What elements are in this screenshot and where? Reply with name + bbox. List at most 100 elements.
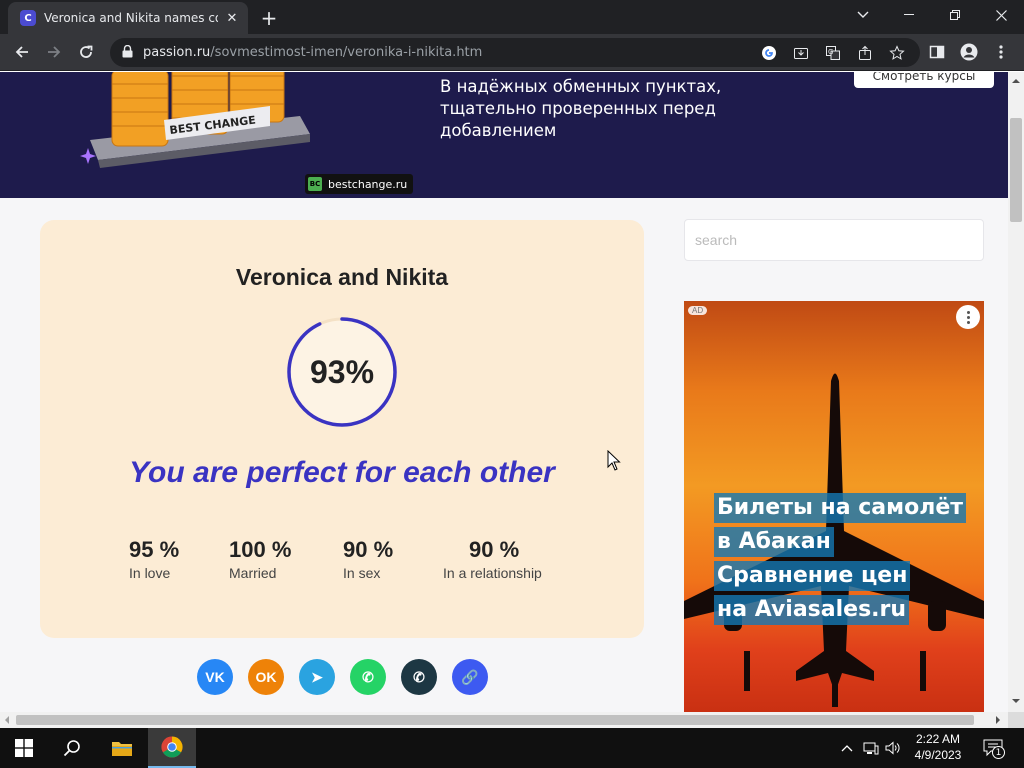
copy-link-button[interactable]: 🔗 [452,659,488,695]
clock-time: 2:22 AM [915,732,961,746]
ad-headline-line: в Абакан [714,527,834,557]
search-input[interactable]: search [684,219,984,261]
start-button[interactable] [0,728,48,768]
bestchange-logo-icon: BC [308,177,322,191]
stat-value: 90 % [469,537,520,562]
taskbar-clock[interactable]: 2:22 AM 4/9/2023 [906,731,970,763]
view-rates-button[interactable]: Смотреть курсы [854,72,994,88]
vk-icon: VK [205,669,225,685]
google-lens-icon[interactable] [760,44,778,62]
url-host: passion.ru [143,45,211,60]
banner-text-line: В надёжных обменных пунктах, [440,77,722,96]
odnoklassniki-icon: OK [255,669,277,685]
address-bar[interactable]: passion.ru/sovmestimost-imen/veronika-i-… [110,38,920,67]
reload-button[interactable] [74,40,98,64]
stat-value: 90 % [343,537,394,562]
stat-label: In love [129,565,171,581]
horizontal-scroll-thumb[interactable] [16,715,974,725]
svg-text:G: G [828,48,833,56]
verdict-text: You are perfect for each other [129,456,555,489]
side-panel-icon[interactable] [928,43,946,61]
lock-icon[interactable] [122,43,133,62]
folder-icon [112,742,132,756]
coins-illustration: BEST CHANGE [80,72,310,168]
ad-options-icon[interactable] [956,305,980,329]
windows-logo-icon [15,739,33,757]
couple-names-title: Veronica and Nikita [235,264,449,290]
volume-icon[interactable] [884,738,902,758]
vertical-scroll-thumb[interactable] [1010,118,1022,222]
stat-in-relationship: 90 % In a relationship [443,536,542,582]
close-window-button[interactable] [978,0,1024,30]
share-viber-button[interactable]: ✆ [401,659,437,695]
ad-label: AD [688,306,708,315]
tab-search-chevron-icon[interactable] [840,0,886,30]
stat-label: In sex [343,565,381,581]
network-icon[interactable] [862,738,880,758]
viber-icon: ✆ [413,668,425,685]
horizontal-scrollbar[interactable] [0,712,1008,728]
banner-text-line: добавлением [440,121,557,140]
scroll-right-arrow-icon[interactable] [995,716,1001,724]
url-text: passion.ru/sovmestimost-imen/veronika-i-… [143,45,482,60]
install-app-icon[interactable] [792,44,810,62]
search-icon [63,740,80,757]
banner-text-line: тщательно проверенных перед [440,99,716,118]
clock-date: 4/9/2023 [914,748,962,762]
share-telegram-button[interactable]: ➤ [299,659,335,695]
chrome-taskbar-button[interactable] [148,728,196,768]
tab-title: Veronica and Nikita names comp [44,11,218,25]
stat-label: Married [229,565,277,581]
whatsapp-icon: ✆ [362,668,374,685]
compatibility-result-card: Veronica and Nikita 93% You are perfect … [40,220,644,638]
show-hidden-icons-chevron[interactable] [838,738,856,758]
brand-label: bestchange.ru [328,177,408,191]
telegram-icon: ➤ [311,668,323,685]
scroll-down-arrow-icon[interactable] [1012,698,1020,704]
minimize-button[interactable] [886,0,932,30]
aviasales-ad[interactable]: AD Билеты на самолёт в Абакан Сравнение … [684,301,984,712]
scroll-left-arrow-icon[interactable] [4,716,10,724]
forward-button[interactable] [42,40,66,64]
tab-close-icon[interactable]: ✕ [224,10,240,26]
bestchange-banner-ad[interactable]: BEST CHANGE В надёжных обменных пунктах,… [0,72,1008,198]
translate-icon[interactable]: G [824,44,842,62]
browser-tab[interactable]: C Veronica and Nikita names comp ✕ [8,2,248,34]
share-odnoklassniki-button[interactable]: OK [248,659,284,695]
ad-headline-line: Билеты на самолёт [714,493,966,523]
chrome-menu-icon[interactable] [992,43,1010,61]
file-explorer-button[interactable] [98,728,146,768]
stat-value: 100 % [229,537,292,562]
restore-button[interactable] [932,0,978,30]
profile-avatar-icon[interactable] [960,43,978,61]
url-path: /sovmestimost-imen/veronika-i-nikita.htm [210,45,483,60]
link-icon: 🔗 [461,668,479,685]
vertical-scrollbar[interactable] [1008,72,1024,712]
browser-tab-strip: C Veronica and Nikita names comp ✕ + [0,0,1024,34]
stat-in-love: 95 % In love [129,536,179,582]
windows-taskbar: 2:22 AM 4/9/2023 1 [0,728,1024,768]
back-button[interactable] [10,40,34,64]
search-placeholder: search [695,232,738,248]
site-favicon-icon: C [20,10,36,26]
scrollbar-corner [1008,712,1024,728]
share-whatsapp-button[interactable]: ✆ [350,659,386,695]
share-vk-button[interactable]: VK [197,659,233,695]
compatibility-score: 93% [309,353,375,390]
new-tab-button[interactable]: + [258,6,280,30]
mouse-pointer-icon [607,450,621,471]
scroll-up-arrow-icon[interactable] [1012,78,1020,84]
stat-label: In a relationship [443,565,542,581]
browser-toolbar: passion.ru/sovmestimost-imen/veronika-i-… [0,34,1024,71]
ad-headline-line: на Aviasales.ru [714,595,910,625]
stat-in-sex: 90 % In sex [343,536,393,582]
chrome-logo-icon [161,736,183,758]
banner-text: В надёжных обменных пунктах, тщательно п… [440,76,721,142]
page-viewport: BEST CHANGE В надёжных обменных пунктах,… [0,72,1008,712]
bookmark-star-icon[interactable] [888,44,906,62]
bestchange-brand-badge[interactable]: BC bestchange.ru [305,174,414,194]
share-icon[interactable] [856,44,874,62]
taskbar-search-button[interactable] [48,728,96,768]
stat-value: 95 % [129,537,180,562]
notifications-button[interactable]: 1 [982,738,1005,759]
